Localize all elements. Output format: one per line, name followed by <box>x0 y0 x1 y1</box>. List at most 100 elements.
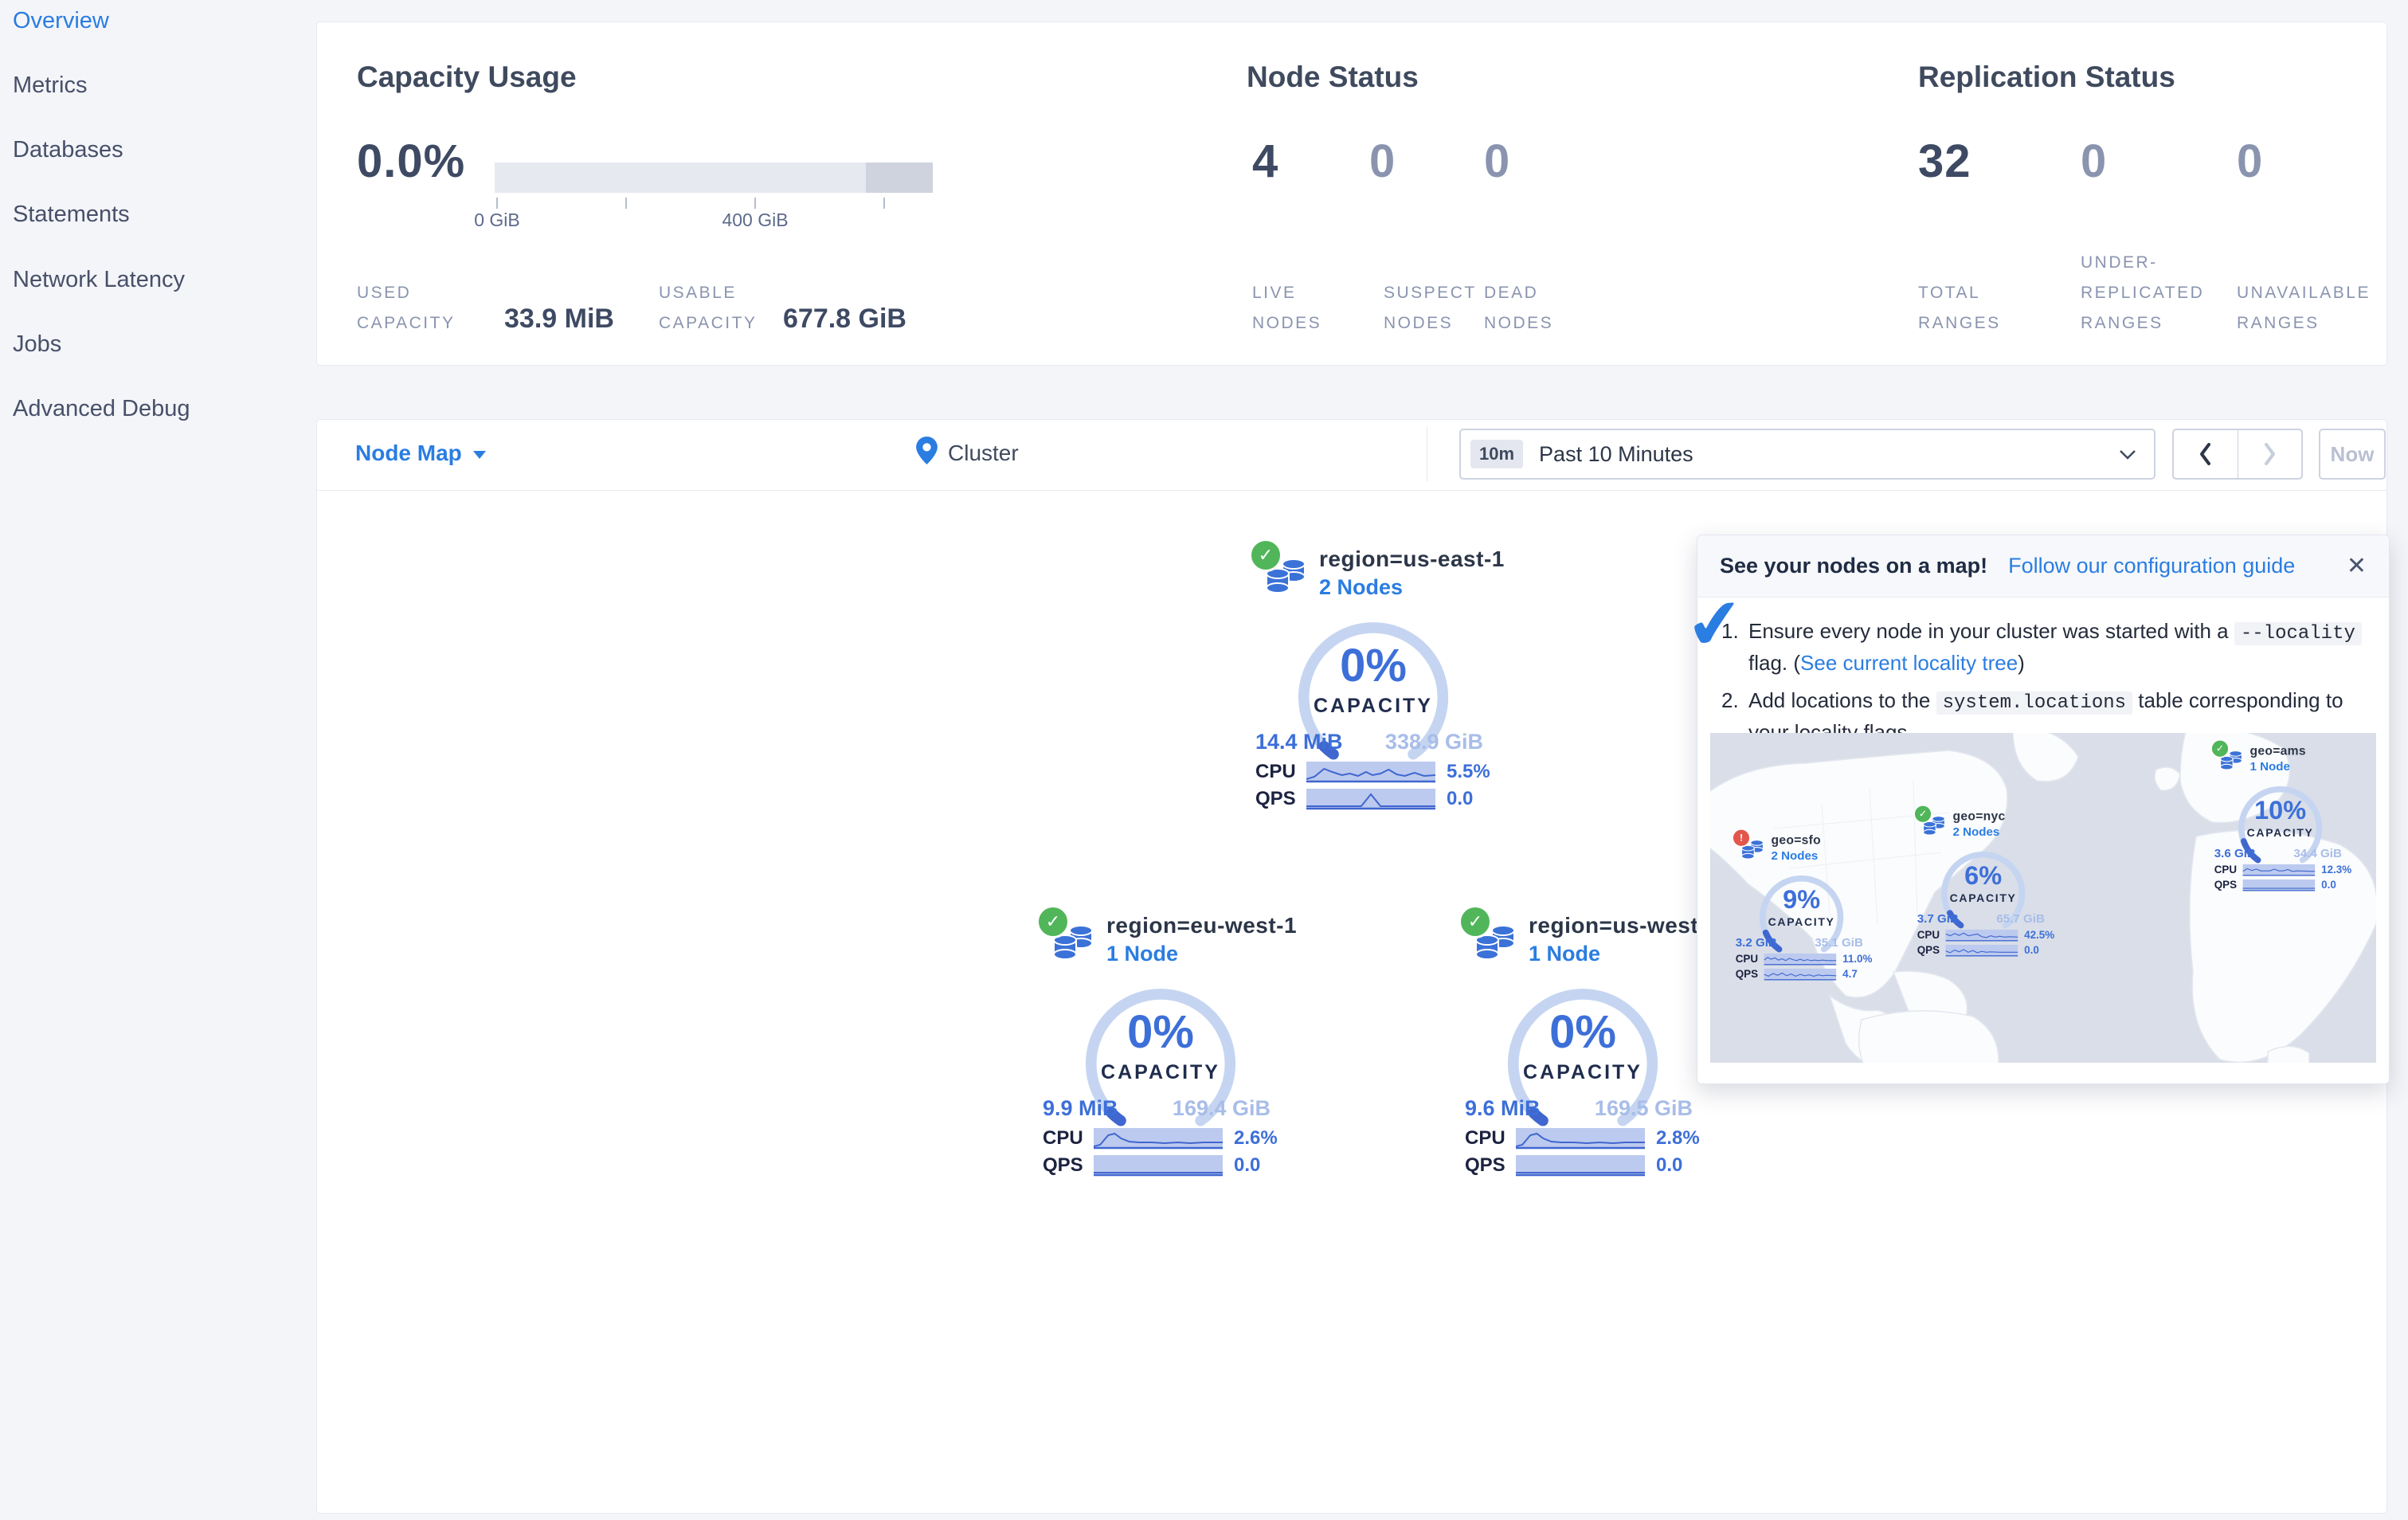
chevron-down-icon <box>2120 449 2136 460</box>
capacity-percent: 0.0% <box>357 135 466 187</box>
cpu-value: 2.8% <box>1656 1127 1700 1149</box>
map-node-geo-nyc: ✓ geo=nyc 2 Nodes 6% CAPACITY 3.7 GiB 65.… <box>1889 805 2077 962</box>
qps-sparkline <box>2242 879 2316 891</box>
gauge-percent: 6% <box>1964 861 2003 891</box>
healthy-check-icon: ✓ <box>2210 739 2230 758</box>
used-value: 9.9 MiB <box>1043 1096 1118 1120</box>
healthy-check-icon: ✓ <box>1036 905 1070 938</box>
step-text-pre: Ensure every node in your cluster was st… <box>1748 619 2234 643</box>
suspect-nodes-value: 0 <box>1369 135 1396 187</box>
chevron-right-icon <box>2265 443 2276 465</box>
cpu-label: CPU <box>1735 953 1759 966</box>
cpu-sparkline <box>1094 1127 1223 1149</box>
warning-icon: ! <box>1732 829 1751 848</box>
qps-value: 4.7 <box>1842 968 1858 981</box>
qps-label: QPS <box>1917 944 1940 957</box>
under-replicated-label: UNDER- REPLICATED RANGES <box>2081 253 2205 332</box>
node-map-preview: ! geo=sfo 2 Nodes 9% CAPACITY 3.2 GiB 35.… <box>1710 733 2376 1063</box>
db-console-overview-page: Overview Metrics Databases Statements Ne… <box>0 0 2408 1520</box>
total-ranges-value: 32 <box>1918 135 1971 187</box>
gauge-percent: 0% <box>1549 1006 1616 1058</box>
sidebar-item-metrics[interactable]: Metrics <box>13 72 300 99</box>
cpu-label: CPU <box>1917 929 1940 942</box>
time-range-label: Past 10 Minutes <box>1539 441 1693 466</box>
total-ranges-label: TOTAL RANGES <box>1918 284 2001 332</box>
geo-title: geo=sfo <box>1771 832 1822 847</box>
capacity-tick-label-0: 0 GiB <box>474 210 520 230</box>
qps-value: 0.0 <box>1656 1154 1683 1176</box>
cpu-label: CPU <box>1465 1127 1505 1149</box>
geo-title: geo=ams <box>2249 743 2306 758</box>
unavailable-label: UNAVAILABLE RANGES <box>2237 284 2371 332</box>
usable-capacity-label: USABLE CAPACITY <box>659 284 758 332</box>
dead-nodes-value: 0 <box>1484 135 1511 187</box>
time-range-select[interactable]: 10m Past 10 Minutes <box>1459 429 2155 480</box>
now-button[interactable]: Now <box>2319 429 2386 480</box>
qps-label: QPS <box>1465 1154 1505 1176</box>
code-snippet: --locality <box>2234 622 2362 645</box>
sidebar-item-network-latency[interactable]: Network Latency <box>13 267 300 293</box>
cpu-value: 12.3% <box>2321 864 2352 876</box>
capacity-tick <box>754 198 756 209</box>
sidebar-item-databases[interactable]: Databases <box>13 137 300 163</box>
used-value: 3.7 GiB <box>1917 911 1959 926</box>
capacity-bar-tail <box>866 163 933 193</box>
cpu-label: CPU <box>1043 1127 1083 1149</box>
gauge-percent: 0% <box>1340 640 1407 691</box>
step-text: Ensure every node in your cluster was st… <box>1748 617 2365 678</box>
sidebar-item-jobs[interactable]: Jobs <box>13 331 300 358</box>
geo-nodes-link[interactable]: 2 Nodes <box>1953 825 2000 839</box>
geo-nodes-link[interactable]: 2 Nodes <box>1772 849 1819 863</box>
cpu-value: 2.6% <box>1234 1127 1278 1149</box>
view-mode-dropdown[interactable]: Node Map <box>355 441 486 466</box>
capacity-tick <box>883 198 885 209</box>
region-nodes-link[interactable]: 1 Node <box>1529 942 1600 966</box>
step-text-pre: Add locations to the <box>1748 688 1936 713</box>
cpu-label: CPU <box>1255 761 1296 782</box>
qps-label: QPS <box>1735 968 1759 981</box>
region-nodes-link[interactable]: 1 Node <box>1106 942 1178 966</box>
capacity-usage-title: Capacity Usage <box>357 61 577 93</box>
sidebar-item-advanced-debug[interactable]: Advanced Debug <box>13 396 300 422</box>
capacity-tick-label-400: 400 GiB <box>722 210 789 230</box>
sidebar-item-overview[interactable]: Overview <box>13 8 300 34</box>
healthy-check-icon: ✓ <box>1249 539 1282 572</box>
step-text-post: ) <box>2018 650 2025 675</box>
region-marker-us-east-1: ✓ region=us-east-1 2 Nodes 0% CAPACITY 1… <box>1206 539 1541 819</box>
replication-status-title: Replication Status <box>1918 61 2175 93</box>
used-capacity-value: 33.9 MiB <box>504 304 614 334</box>
cpu-sparkline <box>1945 929 2018 942</box>
cluster-summary-card: Capacity Usage 0.0% 0 GiB 400 GiB USED C… <box>316 22 2387 366</box>
time-prev-button[interactable] <box>2174 430 2238 478</box>
gauge-capacity-label: CAPACITY <box>1949 891 2017 905</box>
total-value: 34.4 GiB <box>2293 846 2342 860</box>
geo-nodes-link[interactable]: 1 Node <box>2250 760 2290 774</box>
cpu-sparkline <box>2242 864 2316 876</box>
qps-sparkline <box>1094 1154 1223 1176</box>
region-nodes-link[interactable]: 2 Nodes <box>1319 575 1403 600</box>
chevron-left-icon <box>2199 443 2210 465</box>
chevron-down-icon <box>472 450 486 459</box>
time-next-button[interactable] <box>2237 430 2302 478</box>
total-value: 169.5 GiB <box>1594 1096 1693 1120</box>
capacity-tick <box>625 198 627 209</box>
region-marker-eu-west-1: ✓ region=eu-west-1 1 Node 0% CAPACITY 9.… <box>993 905 1328 1185</box>
total-value: 338.9 GiB <box>1384 730 1483 754</box>
qps-value: 0.0 <box>2321 879 2336 891</box>
configuration-guide-link[interactable]: Follow our configuration guide <box>2008 554 2295 578</box>
qps-sparkline <box>1945 944 2018 957</box>
used-value: 3.6 GiB <box>2214 846 2256 860</box>
sidebar-item-statements[interactable]: Statements <box>13 202 300 228</box>
locality-tree-link[interactable]: See current locality tree <box>1800 651 2018 675</box>
geo-title: geo=nyc <box>1952 809 2006 823</box>
time-range-badge: 10m <box>1470 440 1524 468</box>
close-icon[interactable]: ✕ <box>2347 552 2367 580</box>
gauge-percent: 0% <box>1127 1006 1194 1058</box>
used-value: 9.6 MiB <box>1465 1096 1541 1120</box>
qps-value: 0.0 <box>1447 788 1474 809</box>
suspect-nodes-label: SUSPECT NODES <box>1384 284 1477 332</box>
toolbar-divider <box>317 490 2386 491</box>
map-node-geo-ams: ✓ geo=ams 1 Node 10% CAPACITY 3.6 GiB 34.… <box>2187 739 2374 896</box>
breadcrumb[interactable]: Cluster <box>948 441 1019 466</box>
gauge-capacity-label: CAPACITY <box>1768 915 1835 929</box>
